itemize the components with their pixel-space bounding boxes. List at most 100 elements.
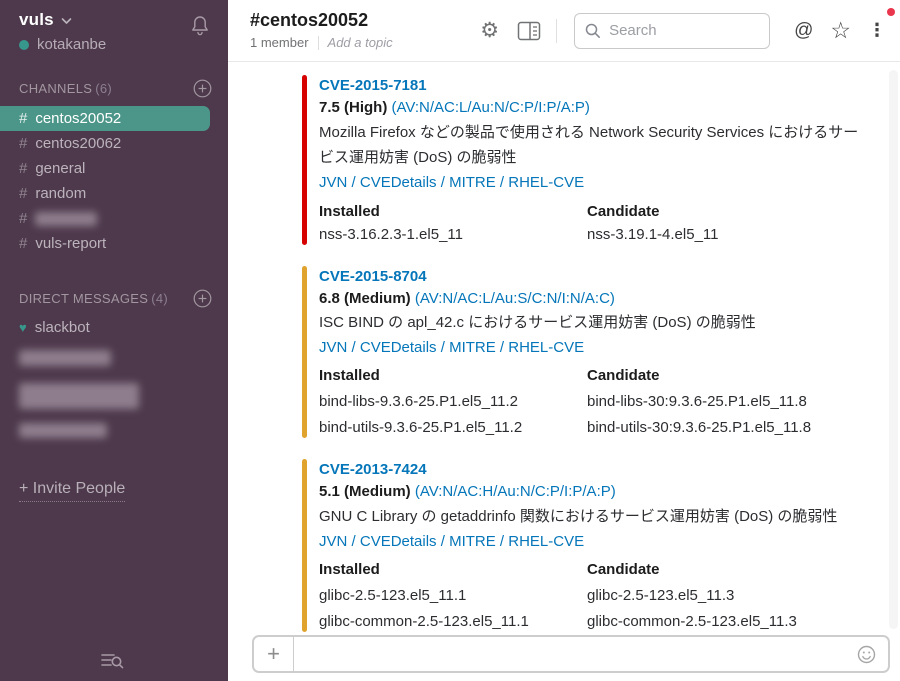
- cve-description: Mozilla Firefox などの製品で使用される Network Secu…: [319, 120, 871, 172]
- rhel-cve-link[interactable]: RHEL-CVE: [508, 339, 584, 356]
- dm-item-redacted[interactable]: [19, 383, 139, 409]
- severity-bar: [302, 266, 307, 439]
- dm-item-slackbot[interactable]: ♥ slackbot: [0, 315, 228, 340]
- channel-name: vuls-report: [35, 235, 106, 252]
- message-composer: +: [228, 635, 900, 681]
- invite-people-button[interactable]: + Invite People: [19, 480, 125, 502]
- installed-label: Installed: [319, 201, 587, 222]
- user-name: kotakanbe: [37, 36, 106, 53]
- installed-label: Installed: [319, 365, 587, 386]
- cvedetails-link[interactable]: CVEDetails: [360, 533, 437, 550]
- dm-item-redacted[interactable]: [19, 423, 107, 438]
- team-name: vuls: [19, 10, 54, 30]
- installed-value: glibc-common-2.5-123.el5_11.1: [319, 611, 587, 632]
- add-topic-button[interactable]: Add a topic: [328, 35, 393, 51]
- sidebar-item-vuls-report[interactable]: # vuls-report: [0, 231, 228, 256]
- message-attachment: CVE-2015-7181 7.5 (High) (AV:N/AC:L/Au:N…: [302, 75, 880, 245]
- cvss-vector-link[interactable]: (AV:N/AC:H/Au:N/C:P/I:P/A:P): [415, 483, 616, 500]
- message-input[interactable]: [294, 637, 857, 671]
- sidebar: vuls kotakanbe CHANNELS(6) # centos20052: [0, 0, 228, 681]
- sidebar-item-general[interactable]: # general: [0, 156, 228, 181]
- candidate-value: bind-libs-30:9.3.6-25.P1.el5_11.8: [587, 391, 811, 412]
- gear-icon[interactable]: ⚙: [480, 20, 499, 41]
- candidate-value: glibc-2.5-123.el5_11.3: [587, 585, 837, 606]
- add-channel-icon[interactable]: [193, 79, 212, 98]
- candidate-label: Candidate: [587, 365, 811, 386]
- channels-header[interactable]: CHANNELS(6): [19, 81, 112, 96]
- channel-search-icon[interactable]: [98, 648, 126, 672]
- chevron-down-icon: [61, 17, 72, 25]
- sidebar-item-centos20062[interactable]: # centos20062: [0, 131, 228, 156]
- installed-value: nss-3.16.2.3-1.el5_11: [319, 224, 587, 245]
- team-menu[interactable]: vuls: [19, 10, 212, 30]
- dm-header[interactable]: DIRECT MESSAGES(4): [19, 291, 168, 306]
- channel-title[interactable]: #centos20052: [250, 10, 393, 32]
- installed-value: bind-libs-9.3.6-25.P1.el5_11.2: [319, 391, 587, 412]
- sidebar-item-centos20052[interactable]: # centos20052: [0, 106, 210, 131]
- cve-link[interactable]: CVE-2015-8704: [319, 266, 811, 287]
- candidate-value: glibc-common-2.5-123.el5_11.3: [587, 611, 837, 632]
- channel-name: random: [35, 185, 86, 202]
- channel-list: # centos20052 # centos20062 # general # …: [0, 106, 228, 256]
- scrollbar[interactable]: [889, 70, 898, 629]
- presence-dot: [19, 40, 29, 50]
- cve-description: GNU C Library の getaddrinfo 関数におけるサービス運用…: [319, 504, 837, 530]
- header-divider: [556, 19, 557, 43]
- installed-label: Installed: [319, 559, 587, 580]
- dm-name: slackbot: [35, 319, 90, 336]
- add-dm-icon[interactable]: [193, 289, 212, 308]
- channel-name: centos20052: [35, 110, 121, 127]
- rhel-cve-link[interactable]: RHEL-CVE: [508, 533, 584, 550]
- mitre-link[interactable]: MITRE: [449, 533, 496, 550]
- sidebar-item-redacted[interactable]: #: [0, 206, 228, 231]
- attach-file-button[interactable]: +: [254, 637, 294, 671]
- jvn-link[interactable]: JVN: [319, 339, 347, 356]
- message-pane: CVE-2015-7181 7.5 (High) (AV:N/AC:L/Au:N…: [228, 62, 900, 681]
- more-options-icon[interactable]: ⋮: [868, 20, 886, 41]
- star-icon[interactable]: ☆: [830, 19, 851, 42]
- cvss-vector-link[interactable]: (AV:N/AC:L/Au:S/C:N/I:N/A:C): [415, 290, 615, 307]
- dm-list: ♥ slackbot: [0, 315, 228, 443]
- search-input[interactable]: [609, 22, 749, 39]
- candidate-label: Candidate: [587, 201, 871, 222]
- rhel-cve-link[interactable]: RHEL-CVE: [508, 174, 584, 191]
- jvn-link[interactable]: JVN: [319, 533, 347, 550]
- candidate-label: Candidate: [587, 559, 837, 580]
- sidebar-item-random[interactable]: # random: [0, 181, 228, 206]
- cvss-score: 7.5 (High): [319, 99, 387, 116]
- candidate-value: nss-3.19.1-4.el5_11: [587, 224, 871, 245]
- member-count[interactable]: 1 member: [250, 35, 309, 51]
- mentions-icon[interactable]: @: [794, 20, 813, 42]
- bell-icon[interactable]: [190, 14, 210, 36]
- flexpane-toggle-icon[interactable]: [517, 21, 541, 41]
- notification-dot: [887, 8, 895, 16]
- cvss-score: 6.8 (Medium): [319, 290, 411, 307]
- slack-app: vuls kotakanbe CHANNELS(6) # centos20052: [0, 0, 900, 681]
- search-box[interactable]: [574, 13, 770, 49]
- installed-value: glibc-2.5-123.el5_11.1: [319, 585, 587, 606]
- emoji-icon[interactable]: [857, 645, 876, 664]
- message-attachment: CVE-2013-7424 5.1 (Medium) (AV:N/AC:H/Au…: [302, 459, 880, 632]
- redacted-channel-name: [35, 212, 97, 226]
- message-attachment: CVE-2015-8704 6.8 (Medium) (AV:N/AC:L/Au…: [302, 266, 880, 439]
- channel-name: general: [35, 160, 85, 177]
- cvedetails-link[interactable]: CVEDetails: [360, 174, 437, 191]
- cve-description: ISC BIND の apl_42.c におけるサービス運用妨害 (DoS) の…: [319, 310, 811, 336]
- current-user[interactable]: kotakanbe: [19, 36, 212, 53]
- candidate-value: bind-utils-30:9.3.6-25.P1.el5_11.8: [587, 417, 811, 438]
- cvss-vector-link[interactable]: (AV:N/AC:L/Au:N/C:P/I:P/A:P): [392, 99, 590, 116]
- severity-bar: [302, 75, 307, 245]
- channel-name: centos20062: [35, 135, 121, 152]
- jvn-link[interactable]: JVN: [319, 174, 347, 191]
- cvedetails-link[interactable]: CVEDetails: [360, 339, 437, 356]
- mitre-link[interactable]: MITRE: [449, 339, 496, 356]
- header-subdivider: [318, 36, 319, 50]
- cvss-score: 5.1 (Medium): [319, 483, 411, 500]
- cve-link[interactable]: CVE-2013-7424: [319, 459, 837, 480]
- cve-link[interactable]: CVE-2015-7181: [319, 75, 871, 96]
- dm-item-redacted[interactable]: [19, 350, 111, 366]
- installed-value: bind-utils-9.3.6-25.P1.el5_11.2: [319, 417, 587, 438]
- severity-bar: [302, 459, 307, 632]
- channel-header: #centos20052 1 member Add a topic ⚙: [228, 0, 900, 62]
- mitre-link[interactable]: MITRE: [449, 174, 496, 191]
